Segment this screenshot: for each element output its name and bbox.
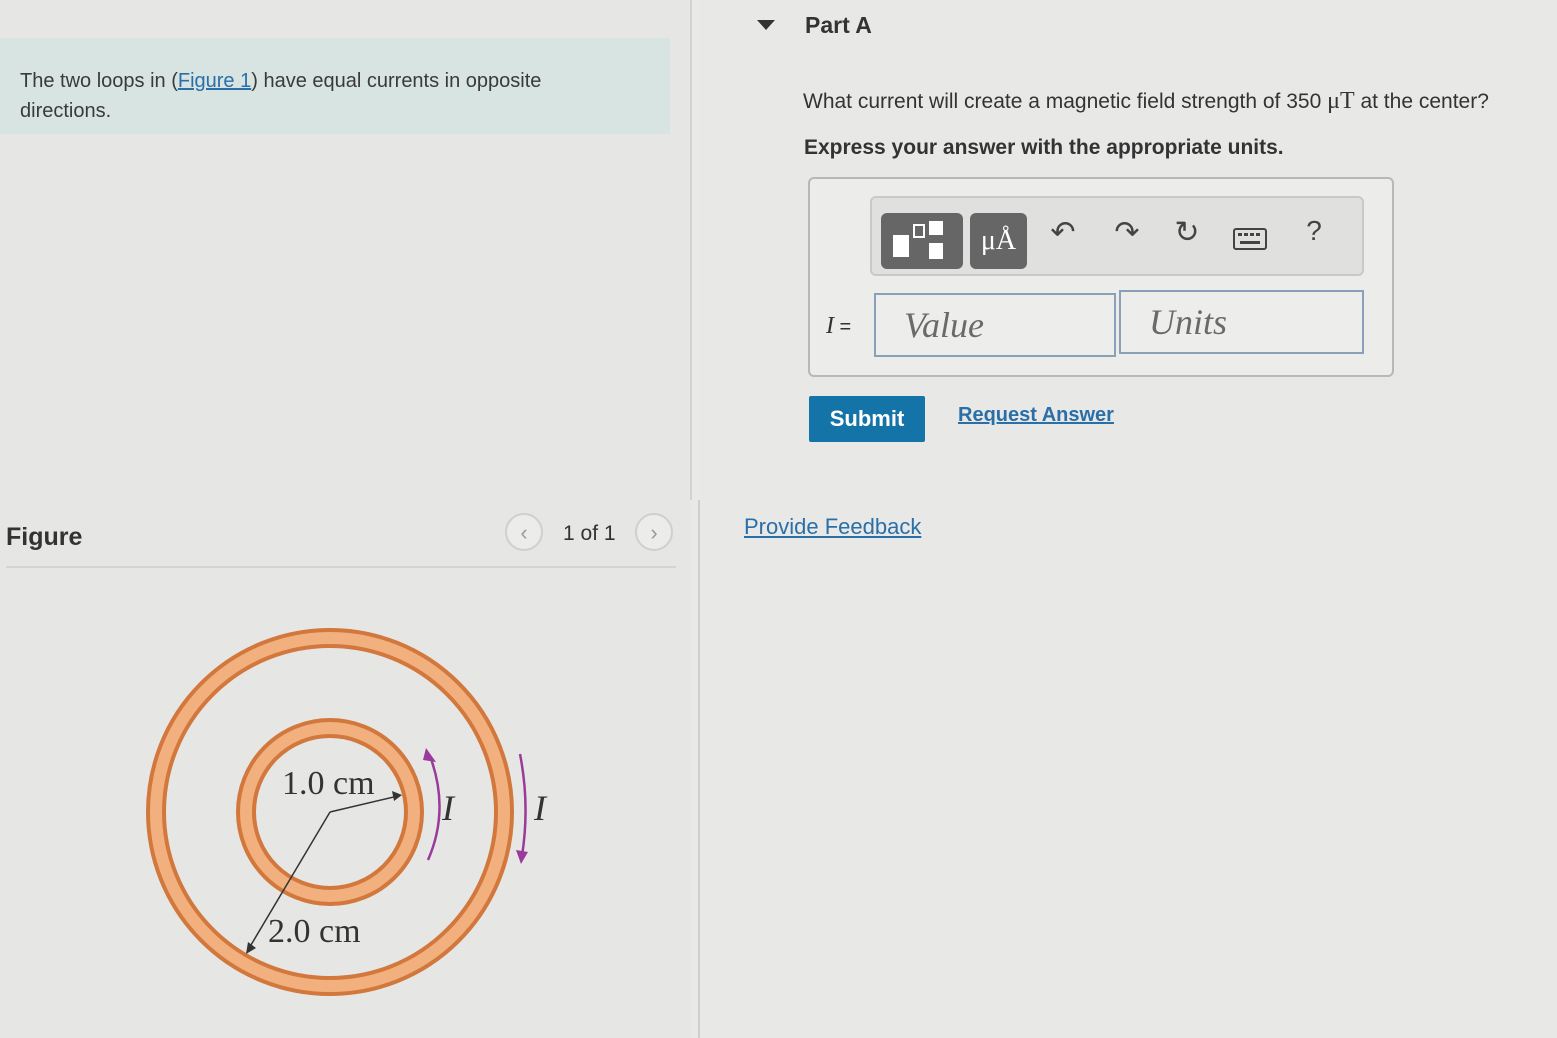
figure-pager: 1 of 1 bbox=[563, 522, 616, 545]
redo-icon: ↷ bbox=[1114, 216, 1140, 249]
intro-text-before: The two loops in ( bbox=[20, 70, 178, 92]
two-loops-figure: 1.0 cm 2.0 cm I I bbox=[146, 628, 548, 996]
inner-radius-label: 1.0 cm bbox=[282, 765, 375, 802]
outer-current-arrowhead bbox=[516, 850, 528, 864]
next-figure-button[interactable]: › bbox=[635, 513, 673, 551]
question-before: What current will create a magnetic fiel… bbox=[803, 90, 1328, 113]
prev-figure-button[interactable]: ‹ bbox=[505, 513, 543, 551]
pane-divider[interactable] bbox=[690, 0, 692, 500]
templates-icon bbox=[893, 221, 943, 259]
figure-link[interactable]: Figure 1 bbox=[178, 70, 251, 92]
collapse-toggle-icon[interactable] bbox=[757, 20, 775, 30]
keyboard-button[interactable] bbox=[1230, 224, 1270, 258]
question-text: What current will create a magnetic fiel… bbox=[803, 88, 1489, 115]
outer-current-label: I bbox=[533, 788, 548, 828]
inner-current-label: I bbox=[441, 788, 456, 828]
answer-variable-label: I = bbox=[826, 313, 851, 340]
undo-icon: ↶ bbox=[1050, 216, 1076, 249]
inner-current-arrowhead bbox=[423, 748, 436, 762]
templates-button[interactable] bbox=[881, 213, 963, 269]
provide-feedback-link[interactable]: Provide Feedback bbox=[744, 514, 921, 540]
figure-divider bbox=[6, 566, 676, 568]
answer-equals: = bbox=[834, 316, 852, 338]
inner-radius-arrowhead bbox=[392, 791, 402, 801]
reset-button[interactable]: ↻ bbox=[1167, 215, 1207, 250]
redo-button[interactable]: ↷ bbox=[1107, 215, 1147, 250]
problem-intro: The two loops in (Figure 1) have equal c… bbox=[0, 38, 670, 134]
keyboard-icon bbox=[1233, 228, 1267, 250]
intro-text: The two loops in (Figure 1) have equal c… bbox=[20, 66, 620, 126]
submit-button[interactable]: Submit bbox=[809, 396, 925, 442]
request-answer-link[interactable]: Request Answer bbox=[958, 404, 1114, 427]
instruction-text: Express your answer with the appropriate… bbox=[804, 136, 1284, 159]
outer-current-arrow bbox=[518, 753, 527, 857]
reset-icon: ↻ bbox=[1174, 216, 1200, 249]
outer-radius-label: 2.0 cm bbox=[268, 913, 361, 950]
units-button[interactable]: μÅ bbox=[970, 213, 1027, 269]
part-title: Part A bbox=[805, 12, 872, 38]
value-input[interactable]: Value bbox=[874, 293, 1116, 357]
chevron-right-icon: › bbox=[650, 520, 658, 545]
units-input[interactable]: Units bbox=[1119, 290, 1364, 354]
figure-title: Figure bbox=[6, 523, 83, 551]
question-unit: μT bbox=[1327, 88, 1355, 114]
undo-button[interactable]: ↶ bbox=[1043, 215, 1083, 250]
answer-variable: I bbox=[826, 313, 834, 339]
chevron-left-icon: ‹ bbox=[520, 520, 528, 545]
question-after: at the center? bbox=[1354, 90, 1489, 113]
help-button[interactable]: ? bbox=[1294, 215, 1334, 247]
inner-current-arrow bbox=[426, 755, 441, 861]
